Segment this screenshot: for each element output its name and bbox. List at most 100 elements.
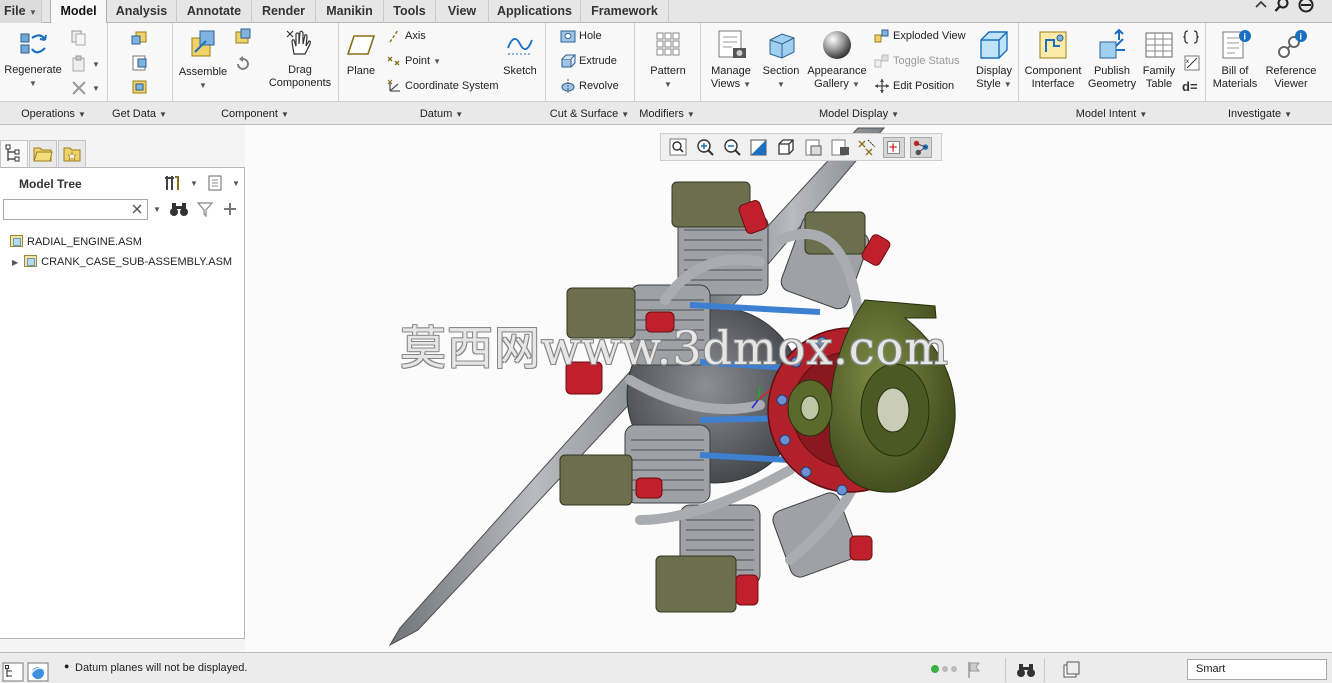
expand-arrow-icon[interactable]: ▶ bbox=[12, 258, 18, 267]
reference-viewer-button[interactable]: i Reference Viewer bbox=[1262, 28, 1320, 91]
graphics-window[interactable] bbox=[245, 125, 1332, 652]
refit-icon[interactable] bbox=[667, 137, 689, 158]
collapse-ribbon-icon[interactable] bbox=[1253, 0, 1269, 13]
component-interface-button[interactable]: Component Interface bbox=[1023, 28, 1083, 91]
selection-filter-value: Smart bbox=[1196, 663, 1226, 675]
find-button[interactable] bbox=[1005, 658, 1045, 682]
repaint-icon[interactable] bbox=[748, 137, 770, 158]
point-button[interactable]: Point ▼ bbox=[386, 51, 441, 71]
edit-position-button[interactable]: Edit Position bbox=[874, 76, 954, 96]
tab-applications[interactable]: Applications bbox=[489, 0, 581, 23]
regenerate-button[interactable]: Regenerate ▼ bbox=[4, 28, 62, 90]
paste-icon[interactable] bbox=[70, 55, 88, 73]
get-data-group-menu[interactable]: Get Data ▼ bbox=[107, 102, 172, 126]
manage-views-button[interactable]: Manage Views ▼ bbox=[705, 28, 757, 91]
display-style-icon[interactable] bbox=[775, 137, 797, 158]
component-interface-label-2: Interface bbox=[1031, 78, 1075, 90]
tab-favorites[interactable] bbox=[58, 140, 86, 168]
selection-icon[interactable] bbox=[1061, 660, 1081, 680]
spin-center-icon[interactable] bbox=[883, 137, 905, 158]
sketch-button[interactable]: Sketch bbox=[500, 28, 540, 78]
modifiers-group-menu[interactable]: Modifiers ▼ bbox=[634, 102, 700, 126]
file-menu[interactable]: File ▼ bbox=[0, 0, 42, 23]
tab-analysis[interactable]: Analysis bbox=[107, 0, 177, 23]
investigate-group-menu[interactable]: Investigate ▼ bbox=[1205, 102, 1315, 126]
chevron-down-icon: ▼ bbox=[743, 80, 752, 89]
copy-icon[interactable] bbox=[70, 29, 88, 47]
model-display-group-menu[interactable]: Model Display ▼ bbox=[700, 102, 1018, 126]
appearance-gallery-button[interactable]: Appearance Gallery ▼ bbox=[805, 28, 869, 91]
operations-group-menu[interactable]: Operations ▼ bbox=[0, 102, 107, 126]
user-defined-feature-icon[interactable] bbox=[130, 29, 150, 47]
delete-icon[interactable] bbox=[70, 79, 88, 97]
tab-view[interactable]: View bbox=[436, 0, 489, 23]
chevron-down-icon[interactable]: ▼ bbox=[190, 179, 198, 188]
tab-model-tree[interactable] bbox=[0, 140, 28, 168]
saved-orientations-icon[interactable] bbox=[802, 137, 824, 158]
show-navigator-icon[interactable] bbox=[2, 662, 24, 682]
section-button[interactable]: Section ▼ bbox=[760, 28, 802, 91]
chevron-down-icon[interactable]: ▼ bbox=[232, 179, 240, 188]
display-style-button[interactable]: Display Style ▼ bbox=[972, 28, 1016, 91]
zoom-in-icon[interactable] bbox=[694, 137, 716, 158]
help-icon[interactable] bbox=[1298, 0, 1314, 13]
model-tree-search-input[interactable] bbox=[3, 199, 148, 220]
component-group-menu[interactable]: Component ▼ bbox=[172, 102, 338, 126]
extrude-button[interactable]: Extrude bbox=[560, 51, 617, 71]
chevron-down-icon[interactable]: ▼ bbox=[153, 205, 161, 214]
flag-icon[interactable] bbox=[966, 661, 982, 679]
assemble-button[interactable]: Assemble ▼ bbox=[176, 28, 230, 92]
hole-button[interactable]: Hole bbox=[560, 26, 602, 46]
tab-annotate[interactable]: Annotate bbox=[177, 0, 252, 23]
pattern-button[interactable]: Pattern ▼ bbox=[645, 28, 691, 91]
package-icon[interactable] bbox=[234, 28, 252, 46]
model-tree-icon bbox=[5, 144, 20, 162]
family-table-button[interactable]: Family Table bbox=[1140, 28, 1178, 91]
annotation-display-icon[interactable] bbox=[910, 137, 932, 158]
tree-item-root[interactable]: RADIAL_ENGINE.ASM bbox=[10, 233, 142, 251]
tree-settings-icon[interactable] bbox=[163, 174, 181, 192]
tree-item-sub-assembly[interactable]: ▶ CRANK_CASE_SUB-ASSEMBLY.ASM bbox=[12, 253, 232, 271]
selection-filter-dropdown[interactable]: Smart bbox=[1187, 659, 1327, 680]
tab-folder-browser[interactable] bbox=[29, 140, 57, 168]
radial-engine-model[interactable] bbox=[245, 125, 1332, 652]
add-column-icon[interactable] bbox=[222, 201, 238, 217]
publish-geometry-button[interactable]: Publish Geometry bbox=[1085, 28, 1139, 91]
show-icon[interactable] bbox=[206, 174, 224, 192]
datum-group-menu[interactable]: Datum ▼ bbox=[338, 102, 545, 126]
shrinkwrap-icon[interactable] bbox=[130, 77, 150, 97]
tab-tools[interactable]: Tools bbox=[384, 0, 436, 23]
tab-render[interactable]: Render bbox=[252, 0, 316, 23]
axis-button[interactable]: Axis bbox=[386, 26, 426, 46]
zoom-out-icon[interactable] bbox=[721, 137, 743, 158]
coordinate-system-button[interactable]: Coordinate System bbox=[386, 76, 499, 96]
regeneration-status-icon[interactable] bbox=[930, 664, 960, 674]
datum-display-filters-icon[interactable] bbox=[856, 137, 878, 158]
favorites-icon bbox=[63, 147, 81, 162]
find-binoculars-icon[interactable] bbox=[169, 201, 189, 217]
view-manager-icon[interactable] bbox=[829, 137, 851, 158]
status-bar: ● Datum planes will not be displayed. Sm… bbox=[0, 652, 1332, 683]
switch-dimensions-button[interactable]: d= bbox=[1182, 79, 1198, 94]
tab-model[interactable]: Model bbox=[50, 0, 107, 24]
search-icon[interactable] bbox=[1274, 0, 1290, 13]
cut-surface-group-menu[interactable]: Cut & Surface ▼ bbox=[545, 102, 634, 126]
publish-geometry-icon bbox=[1099, 28, 1125, 59]
repeat-icon[interactable] bbox=[234, 54, 252, 72]
tab-manikin[interactable]: Manikin bbox=[316, 0, 384, 23]
drag-components-button[interactable]: Drag Components bbox=[264, 28, 336, 90]
plane-button[interactable]: Plane bbox=[342, 28, 380, 78]
parameters-icon[interactable]: x bbox=[1183, 54, 1201, 72]
filter-icon[interactable] bbox=[196, 201, 214, 217]
model-intent-group-menu[interactable]: Model Intent ▼ bbox=[1018, 102, 1205, 126]
exploded-view-button[interactable]: Exploded View bbox=[874, 26, 966, 46]
revolve-button[interactable]: Revolve bbox=[560, 76, 619, 96]
tab-framework[interactable]: Framework bbox=[581, 0, 669, 23]
clear-search-icon[interactable] bbox=[131, 203, 143, 215]
bill-of-materials-button[interactable]: i Bill of Materials bbox=[1210, 28, 1260, 91]
display-style-icon bbox=[980, 31, 1008, 59]
copy-geometry-icon[interactable] bbox=[130, 53, 150, 73]
show-browser-icon[interactable] bbox=[27, 662, 49, 682]
toggle-status-button[interactable]: Toggle Status bbox=[874, 51, 960, 71]
relations-icon[interactable] bbox=[1183, 29, 1199, 45]
